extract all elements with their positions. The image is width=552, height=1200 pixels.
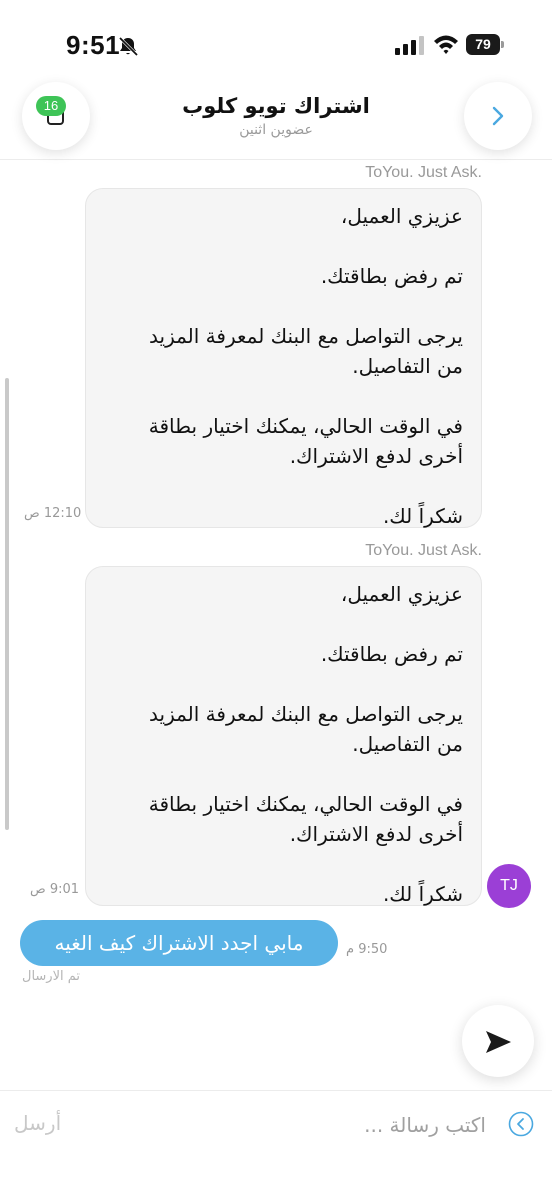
message-line [104,849,463,879]
message-composer: أرسل [0,1090,552,1200]
send-fab-button[interactable] [462,1005,534,1077]
battery-level: 79 [466,34,500,55]
send-button[interactable]: أرسل [14,1111,61,1135]
message-line: من التفاصيل. [352,732,463,756]
signal-icon [395,36,424,55]
incoming-message-bubble: عزيزي العميل، تم رفض بطاقتك. يرجى التواص… [85,566,482,906]
status-bar: 9:51 79 [0,0,552,80]
message-line: عزيزي العميل، [340,582,463,606]
chat-subtitle: عضوين اثنين [239,122,313,138]
chevron-right-icon [492,106,504,126]
message-line [104,609,463,639]
notes-button[interactable]: 16 [22,82,90,150]
chevron-left-circle-icon[interactable] [508,1111,534,1137]
avatar[interactable]: TJ [487,864,531,908]
message-line: شكراً لك. [382,504,463,528]
notes-badge: 16 [36,96,66,116]
message-input[interactable] [120,1105,486,1145]
chat-title: اشتراك تويو كلوب [182,94,370,118]
message-line [104,381,463,411]
message-line: في الوقت الحالي، يمكنك اختيار بطاقة [148,792,463,816]
message-line [104,471,463,501]
outgoing-message-time: 9:50 م [346,942,388,957]
message-line [104,291,463,321]
message-line: تم رفض بطاقتك. [320,642,463,666]
incoming-message-bubble: عزيزي العميل، تم رفض بطاقتك. يرجى التواص… [85,188,482,528]
message-line: عزيزي العميل، [340,204,463,228]
battery-indicator: 79 [466,34,504,55]
chat-header: 16 اشتراك تويو كلوب عضوين اثنين [0,80,552,160]
outgoing-message-bubble: مابي اجدد الاشتراك كيف الغيه [20,920,338,966]
sender-name: ToYou. Just Ask. [365,164,482,181]
message-line: من التفاصيل. [352,354,463,378]
message-line [104,231,463,261]
message-time: 12:10 ص [24,506,82,521]
message-line: أخرى لدفع الاشتراك. [289,822,463,846]
message-line: يرجى التواصل مع البنك لمعرفة المزيد [149,324,463,348]
status-time: 9:51 [66,30,121,60]
send-icon [486,1031,511,1053]
sent-status: تم الارسال [22,969,81,984]
message-time: 9:01 ص [30,882,80,897]
message-line [104,669,463,699]
message-line: يرجى التواصل مع البنك لمعرفة المزيد [149,702,463,726]
battery-cap [501,41,504,48]
message-line: شكراً لك. [382,882,463,906]
message-line [104,759,463,789]
message-line: تم رفض بطاقتك. [320,264,463,288]
bell-muted-icon [118,36,139,56]
wifi-icon [434,35,458,54]
back-button[interactable] [464,82,532,150]
sender-name: ToYou. Just Ask. [365,542,482,559]
message-line: في الوقت الحالي، يمكنك اختيار بطاقة [148,414,463,438]
message-line: أخرى لدفع الاشتراك. [289,444,463,468]
scroll-indicator[interactable] [5,378,9,830]
